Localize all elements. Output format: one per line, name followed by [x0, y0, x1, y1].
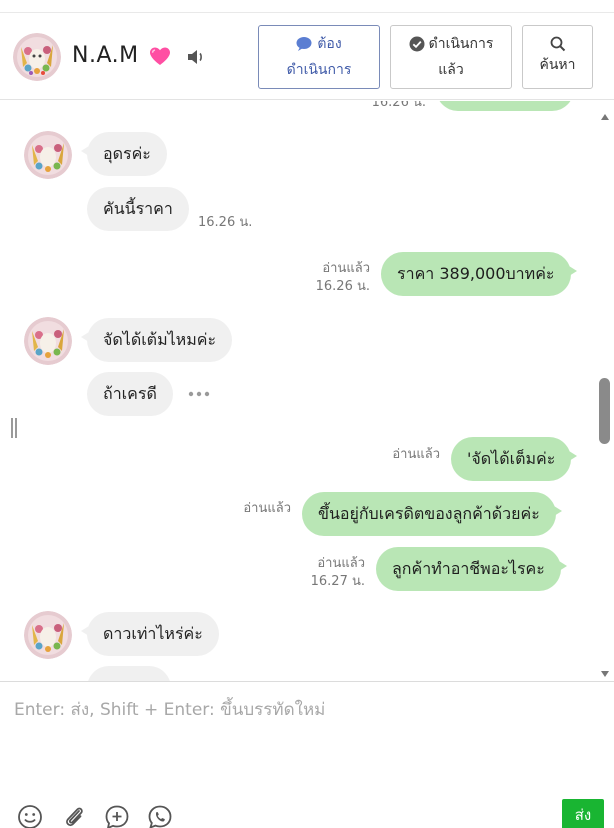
- search-button[interactable]: ค้นหา: [522, 25, 593, 89]
- message-bubble[interactable]: ขึ้นอยู่กับเครดิตของลูกค้าด้วยค่ะ: [302, 492, 562, 536]
- scroll-up-arrow-icon[interactable]: [600, 107, 610, 120]
- attachment-icon[interactable]: [61, 804, 87, 828]
- message-time: 16.26 น.: [315, 279, 370, 294]
- read-receipt: อ่านแล้ว: [243, 501, 291, 516]
- scroll-down-arrow-icon[interactable]: [600, 664, 610, 677]
- todo-button-label-2: ดำเนินการ: [286, 62, 352, 78]
- message-bubble[interactable]: อุดรค่ะ: [81, 132, 167, 176]
- message-bubble[interactable]: ถ้าเครดี: [87, 372, 173, 416]
- more-options-icon[interactable]: [187, 385, 213, 403]
- done-button-label-2: แล้ว: [438, 62, 464, 78]
- message-bubble-partial[interactable]: [436, 101, 574, 111]
- resize-handle[interactable]: [10, 418, 18, 438]
- message-time: 16.26 น.: [371, 101, 426, 110]
- speaker-icon[interactable]: [186, 47, 206, 67]
- message-bubble[interactable]: ลูกค้าทำอาชีพอะไรคะ: [376, 547, 567, 591]
- message-bubble[interactable]: 'จัดได้เต็มค่ะ: [451, 437, 578, 481]
- contact-name[interactable]: N.A.M: [72, 43, 139, 68]
- message-list[interactable]: 16.26 น. อุดรค่ะ คันนี้ราคา 16.26 น. ราค…: [0, 101, 598, 681]
- emoji-icon[interactable]: [17, 804, 43, 828]
- sender-avatar[interactable]: [24, 131, 72, 179]
- speech-bubble-icon: [296, 36, 313, 52]
- sender-avatar[interactable]: [24, 611, 72, 659]
- call-icon[interactable]: [147, 804, 173, 828]
- chat-header: N.A.M ต้อง ดำเนินการ ดำเนินการ แล้ว ค้นห…: [0, 13, 614, 100]
- todo-button[interactable]: ต้อง ดำเนินการ: [258, 25, 380, 89]
- message-bubble-partial[interactable]: [87, 666, 171, 681]
- todo-button-label-1: ต้อง: [317, 36, 342, 52]
- message-time: 16.26 น.: [198, 215, 253, 230]
- message-bubble[interactable]: คันนี้ราคา: [87, 187, 189, 231]
- message-bubble[interactable]: จัดได้เต้มไหมค่ะ: [80, 318, 233, 362]
- send-button[interactable]: ส่ง: [562, 799, 604, 828]
- message-time: 16.27 น.: [310, 574, 365, 589]
- contact-avatar[interactable]: [13, 33, 61, 81]
- read-receipt: อ่านแล้ว: [322, 261, 370, 276]
- message-bubble[interactable]: ดาวเท่าไหร่ค่ะ: [81, 612, 219, 656]
- read-receipt: อ่านแล้ว: [317, 556, 365, 571]
- message-composer: ส่ง: [0, 681, 614, 828]
- done-button-label-1: ดำเนินการ: [428, 36, 494, 52]
- sender-avatar[interactable]: [24, 317, 72, 365]
- chat-window: N.A.M ต้อง ดำเนินการ ดำเนินการ แล้ว ค้นห…: [0, 0, 614, 828]
- top-strip: [0, 0, 614, 13]
- search-button-label: ค้นหา: [539, 57, 576, 73]
- check-circle-icon: [409, 36, 425, 52]
- add-sticker-icon[interactable]: [104, 804, 130, 828]
- heart-icon: [149, 46, 171, 68]
- scrollbar-thumb[interactable]: [599, 378, 610, 444]
- read-receipt: อ่านแล้ว: [392, 447, 440, 462]
- search-icon: [550, 36, 566, 52]
- message-bubble[interactable]: ราคา 389,000บาทค่ะ: [381, 252, 576, 296]
- done-button[interactable]: ดำเนินการ แล้ว: [390, 25, 512, 89]
- message-input[interactable]: [14, 696, 594, 786]
